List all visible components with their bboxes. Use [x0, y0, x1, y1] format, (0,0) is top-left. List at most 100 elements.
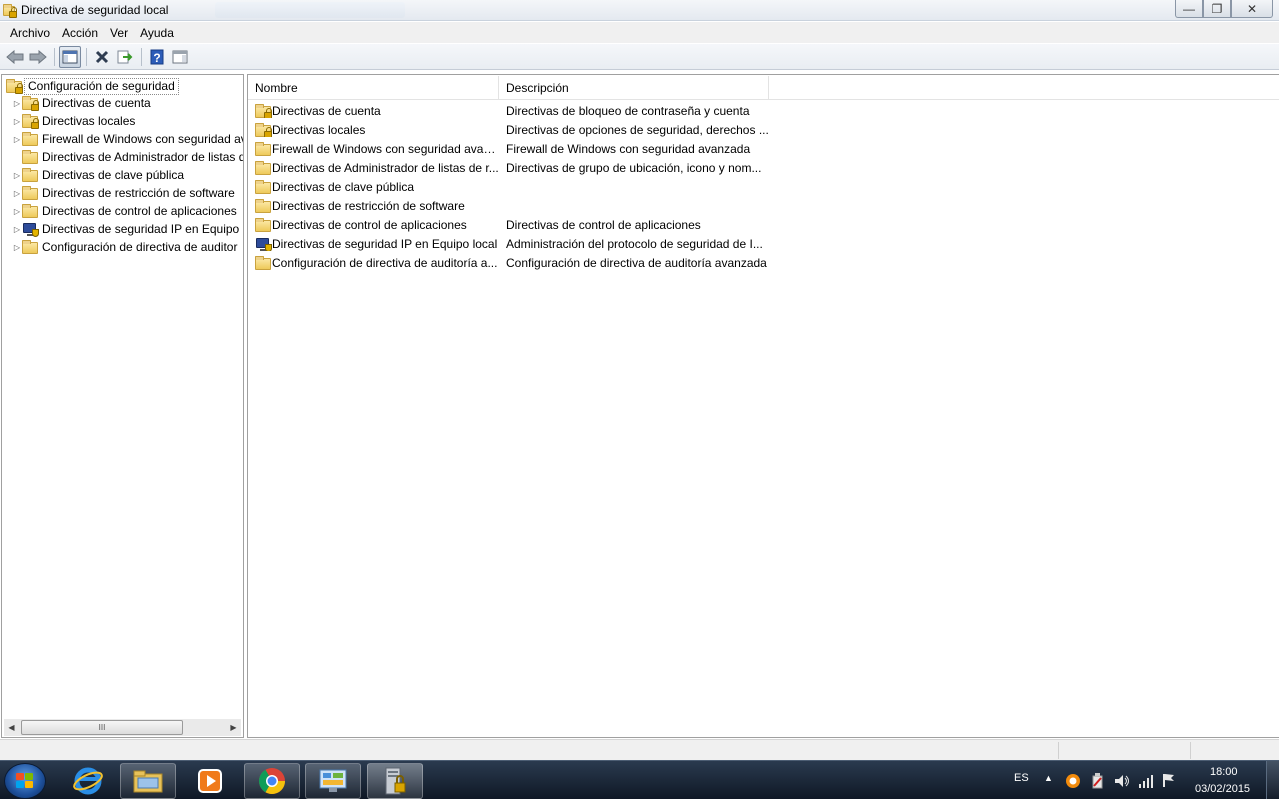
list-header: Nombre Descripción — [248, 76, 1279, 100]
start-button[interactable] — [4, 763, 46, 799]
action-center-flag-icon[interactable] — [1161, 772, 1177, 788]
tree-item-firewall[interactable]: ▷ Firewall de Windows con seguridad av — [12, 130, 243, 148]
list-item[interactable]: Directivas de seguridad IP en Equipo loc… — [248, 234, 1279, 253]
menu-ayuda[interactable]: Ayuda — [134, 26, 180, 40]
toolbar-separator — [86, 47, 87, 66]
list-item[interactable]: Directivas de control de aplicaciones Di… — [248, 215, 1279, 234]
list-item-description: Firewall de Windows con seguridad avanza… — [506, 141, 751, 156]
expand-arrow-icon[interactable]: ▷ — [12, 189, 22, 198]
expand-arrow-icon[interactable]: ▷ — [12, 117, 22, 126]
show-hidden-icons-icon[interactable]: ▲ — [1044, 773, 1053, 783]
folder-icon — [255, 255, 271, 270]
status-bar-divider — [1058, 742, 1059, 759]
tree-item-auditoria[interactable]: ▷ Configuración de directiva de auditor — [12, 238, 237, 256]
power-tray-icon[interactable] — [1090, 772, 1106, 790]
language-indicator[interactable]: ES — [1014, 772, 1029, 784]
status-bar — [0, 739, 1279, 760]
tree-item-restriccion-software[interactable]: ▷ Directivas de restricción de software — [12, 184, 235, 202]
tree-item-control-aplicaciones[interactable]: ▷ Directivas de control de aplicaciones — [12, 202, 237, 220]
list-item[interactable]: Directivas de clave pública — [248, 177, 1279, 196]
title-bar-overlay — [215, 2, 405, 18]
menu-accion[interactable]: Acción — [56, 26, 104, 40]
close-button[interactable]: ✕ — [1231, 0, 1273, 18]
update-tray-icon[interactable] — [1065, 773, 1081, 789]
scroll-right-icon[interactable]: ▶ — [226, 723, 241, 732]
media-player-icon[interactable] — [182, 763, 238, 799]
scroll-left-icon[interactable]: ◀ — [4, 723, 19, 732]
menu-ver[interactable]: Ver — [104, 26, 134, 40]
volume-icon[interactable] — [1113, 773, 1131, 789]
tree-horizontal-scrollbar[interactable]: ◀ III ▶ — [4, 719, 241, 736]
windows-logo-icon — [16, 773, 34, 789]
minimize-button[interactable]: — — [1175, 0, 1203, 18]
list-item[interactable]: Directivas locales Directivas de opcione… — [248, 120, 1279, 139]
folder-icon — [22, 168, 38, 182]
folder-lock-icon — [22, 114, 39, 129]
expand-arrow-icon[interactable]: ▷ — [12, 225, 22, 234]
clock-time[interactable]: 18:00 — [1210, 766, 1238, 778]
ip-security-icon — [22, 222, 39, 237]
local-security-policy-icon[interactable] — [367, 763, 423, 799]
expand-arrow-icon[interactable]: ▷ — [12, 207, 22, 216]
chrome-icon[interactable] — [244, 763, 300, 799]
folder-icon — [22, 204, 38, 218]
show-desktop-button[interactable] — [1266, 761, 1279, 799]
tree-item-administrador-listas[interactable]: Directivas de Administrador de listas d — [12, 148, 244, 166]
tree-item-seguridad-ip[interactable]: ▷ Directivas de seguridad IP en Equipo l — [12, 220, 244, 238]
security-settings-icon — [6, 79, 23, 94]
list-item[interactable]: Directivas de cuenta Directivas de bloqu… — [248, 101, 1279, 120]
tree-root[interactable]: Configuración de seguridad — [6, 77, 179, 95]
expand-arrow-icon[interactable]: ▷ — [12, 99, 22, 108]
expand-arrow-icon[interactable]: ▷ — [12, 243, 22, 252]
tree-item-label: Directivas de seguridad IP en Equipo l — [42, 222, 244, 236]
list-item-name: Directivas de control de aplicaciones — [272, 217, 467, 232]
clock-date[interactable]: 03/02/2015 — [1195, 783, 1250, 795]
expand-arrow-icon[interactable]: ▷ — [12, 135, 22, 144]
show-hide-tree-icon[interactable] — [59, 45, 81, 68]
folder-lock-icon — [22, 96, 39, 111]
delete-icon[interactable] — [91, 46, 113, 68]
folder-icon — [22, 186, 38, 200]
folder-lock-icon — [255, 103, 272, 118]
tree-item-label: Directivas de clave pública — [42, 168, 185, 182]
menu-bar: Archivo Acción Ver Ayuda — [0, 22, 1279, 43]
tree-item-label: Configuración de directiva de auditor — [42, 240, 238, 254]
tree-item-directivas-cuenta[interactable]: ▷ Directivas de cuenta — [12, 94, 151, 112]
forward-arrow-icon[interactable] — [27, 46, 49, 68]
back-arrow-icon[interactable] — [4, 46, 26, 68]
internet-explorer-icon[interactable] — [60, 763, 116, 799]
list-item[interactable]: Directivas de Administrador de listas de… — [248, 158, 1279, 177]
window-controls: — ❐ ✕ — [1175, 0, 1273, 18]
list-item[interactable]: Configuración de directiva de auditoría … — [248, 253, 1279, 272]
file-explorer-icon[interactable] — [120, 763, 176, 799]
network-signal-icon[interactable] — [1137, 773, 1155, 789]
show-hide-action-pane-icon[interactable] — [169, 46, 191, 68]
tree-item-label: Directivas locales — [42, 114, 136, 128]
taskbar: ES ▲ 18:00 03/02/2015 — [0, 760, 1279, 799]
column-header-nombre[interactable]: Nombre — [248, 76, 499, 100]
folder-lock-icon — [255, 122, 272, 137]
help-icon[interactable]: ? — [146, 46, 168, 68]
menu-archivo[interactable]: Archivo — [4, 26, 56, 40]
maximize-button[interactable]: ❐ — [1203, 0, 1231, 18]
scrollbar-thumb[interactable]: III — [21, 720, 183, 735]
list-item-name: Configuración de directiva de auditoría … — [272, 255, 498, 270]
expand-arrow-icon[interactable]: ▷ — [12, 171, 22, 180]
toolbar-separator — [54, 47, 55, 66]
list-item[interactable]: Firewall de Windows con seguridad avan..… — [248, 139, 1279, 158]
list-item[interactable]: Directivas de restricción de software — [248, 196, 1279, 215]
folder-icon — [22, 150, 38, 164]
list-item-name: Directivas de seguridad IP en Equipo loc… — [272, 236, 498, 251]
column-header-descripcion[interactable]: Descripción — [499, 76, 769, 100]
status-bar-divider — [1190, 742, 1191, 759]
tree-item-clave-publica[interactable]: ▷ Directivas de clave pública — [12, 166, 184, 184]
tree-item-directivas-locales[interactable]: ▷ Directivas locales — [12, 112, 135, 130]
tree-item-label: Directivas de Administrador de listas d — [42, 150, 244, 164]
list-item-description: Configuración de directiva de auditoría … — [506, 255, 767, 270]
list-item-description: Directivas de bloqueo de contraseña y cu… — [506, 103, 750, 118]
control-panel-icon[interactable] — [305, 763, 361, 799]
export-list-icon[interactable] — [114, 46, 136, 68]
security-policy-app-icon — [3, 3, 17, 18]
tree-item-label: Directivas de cuenta — [42, 96, 151, 110]
list-item-name: Directivas locales — [272, 122, 366, 137]
